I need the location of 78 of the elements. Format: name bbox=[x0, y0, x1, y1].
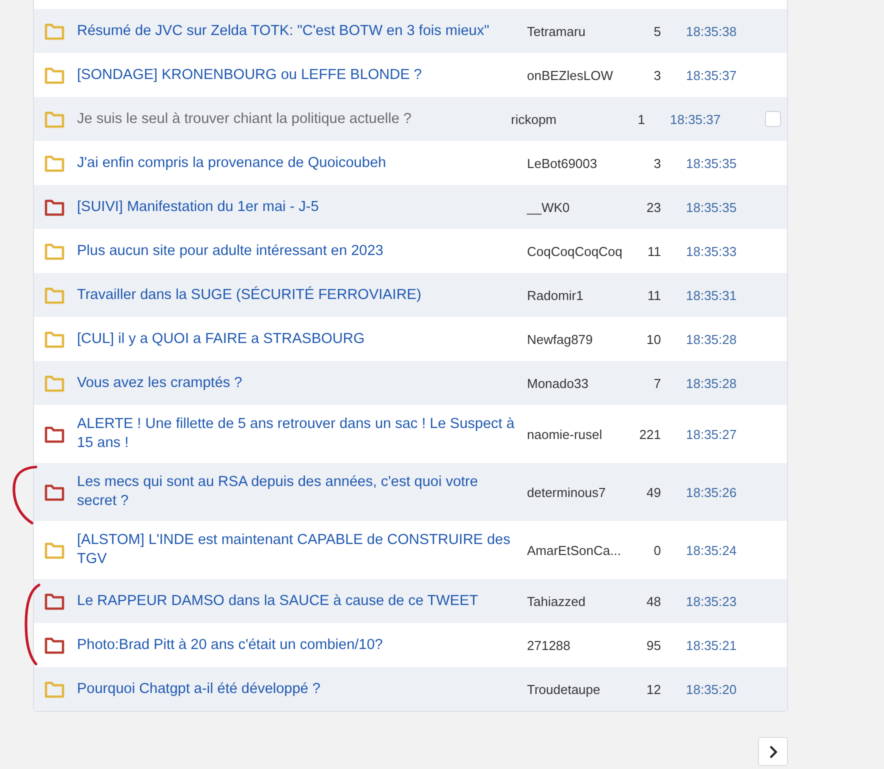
topic-row[interactable]: Le RAPPEUR DAMSO dans la SAUCE à cause de ce TWEET Tahiazzed 48 18:35:23 bbox=[34, 579, 787, 623]
reply-count: 12 bbox=[646, 682, 661, 696]
topic-row[interactable]: [SUIVI] Manifestation du 1er mai - J-5 __WK0 23 18:35:35 bbox=[34, 185, 787, 229]
topic-row[interactable]: Résumé de JVC sur Zelda TOTK: "C'est BOTW en 3 fois mieux" Tetramaru 5 18:35:38 bbox=[34, 9, 787, 53]
reply-count: 221 bbox=[638, 426, 661, 442]
author-name[interactable]: Newfag879 bbox=[527, 332, 637, 346]
topic-row[interactable]: J'ai enfin compris la provenance de Quoicoubeh LeBot69003 3 18:35:35 bbox=[34, 141, 787, 185]
author-name[interactable]: Monado33 bbox=[527, 376, 637, 390]
author-name[interactable]: LeBot69003 bbox=[527, 156, 637, 170]
chevron-right-icon bbox=[768, 744, 778, 758]
author-name[interactable]: naomie-rusel bbox=[527, 426, 637, 442]
topic-row[interactable]: [SONDAGE] KRONENBOURG ou LEFFE BLONDE ? onBEZlesLOW 3 18:35:37 bbox=[34, 53, 787, 97]
topic-title-link[interactable]: ALERTE ! Une fillette de 5 ans retrouver dans un sac ! Le Suspect à 15 ans ! bbox=[77, 415, 527, 453]
topic-title-link[interactable]: Le RAPPEUR DAMSO dans la SAUCE à cause de ce TWEET bbox=[77, 592, 527, 610]
reply-count: 49 bbox=[646, 484, 661, 500]
topic-row[interactable]: Vous avez les cramptés ? Monado33 7 18:35:28 bbox=[34, 361, 787, 405]
reply-count: 3 bbox=[652, 68, 661, 82]
last-message-time[interactable]: 18:35:33 bbox=[661, 244, 750, 258]
last-message-time[interactable]: 18:35:31 bbox=[661, 288, 750, 302]
last-message-time[interactable]: 18:35:24 bbox=[661, 542, 750, 558]
reply-count: 48 bbox=[646, 594, 661, 608]
topic-title-link[interactable]: J'ai enfin compris la provenance de Quoicoubeh bbox=[77, 154, 527, 172]
topic-row[interactable]: Plus aucun site pour adulte intéressant en 2023 CoqCoqCoqCoq 11 18:35:33 bbox=[34, 229, 787, 273]
last-message-time[interactable]: 18:35:26 bbox=[661, 484, 750, 500]
author-name[interactable]: Radomir1 bbox=[527, 288, 637, 302]
topic-title-link[interactable]: Résumé de JVC sur Zelda TOTK: "C'est BOTW en 3 fois mieux" bbox=[77, 22, 527, 40]
author-name[interactable]: AmarEtSonCa... bbox=[527, 542, 637, 558]
last-message-time[interactable]: 18:35:37 bbox=[645, 112, 734, 126]
author-name[interactable]: Tahiazzed bbox=[527, 594, 637, 608]
topic-row[interactable]: Photo:Brad Pitt à 20 ans c'était un combien/10? 271288 95 18:35:21 bbox=[34, 623, 787, 667]
topic-title-link[interactable]: [SUIVI] Manifestation du 1er mai - J-5 bbox=[77, 198, 527, 216]
reply-count: 10 bbox=[646, 332, 661, 346]
reply-count: 1 bbox=[636, 112, 645, 126]
reply-count: 0 bbox=[652, 542, 661, 558]
topic-title-link[interactable]: Vous avez les cramptés ? bbox=[77, 374, 527, 392]
last-message-time[interactable]: 18:35:35 bbox=[661, 200, 750, 214]
reply-count: 23 bbox=[646, 200, 661, 214]
topic-title-link[interactable]: [SONDAGE] KRONENBOURG ou LEFFE BLONDE ? bbox=[77, 66, 527, 84]
author-name[interactable]: determinous7 bbox=[527, 484, 637, 500]
author-name[interactable]: onBEZlesLOW bbox=[527, 68, 637, 82]
topic-row[interactable]: Pourquoi Chatgpt a-il été développé ? Troudetaupe 12 18:35:20 bbox=[34, 667, 787, 711]
last-message-time[interactable]: 18:35:38 bbox=[661, 24, 750, 38]
author-name[interactable]: Troudetaupe bbox=[527, 682, 637, 696]
author-name[interactable]: 271288 bbox=[527, 638, 637, 652]
topic-title-link[interactable]: Je suis le seul à trouver chiant la politique actuelle ? bbox=[77, 110, 511, 128]
last-message-time[interactable]: 18:35:21 bbox=[661, 638, 750, 652]
topic-title-link[interactable]: Pourquoi Chatgpt a-il été développé ? bbox=[77, 680, 527, 698]
topic-row[interactable]: Travailler dans la SUGE (SÉCURITÉ FERROVIAIRE) Radomir1 11 18:35:31 bbox=[34, 273, 787, 317]
last-message-time[interactable]: 18:35:23 bbox=[661, 594, 750, 608]
topic-title-link[interactable]: Travailler dans la SUGE (SÉCURITÉ FERROVIAIRE) bbox=[77, 286, 527, 304]
author-name[interactable]: Tetramaru bbox=[527, 24, 637, 38]
reply-count: 11 bbox=[646, 244, 661, 258]
reply-count: 5 bbox=[652, 24, 661, 38]
last-message-time[interactable]: 18:35:20 bbox=[661, 682, 750, 696]
topic-row[interactable]: Je suis le seul à trouver chiant la politique actuelle ? rickopm 1 18:35:37 bbox=[34, 97, 787, 141]
topic-row[interactable]: ALERTE ! Une fillette de 5 ans retrouver dans un sac ! Le Suspect à 15 ans ! naomie-rusel 221 18:35:27 bbox=[34, 405, 787, 463]
reply-count: 95 bbox=[646, 638, 661, 652]
select-checkbox[interactable] bbox=[765, 111, 781, 127]
topic-row[interactable]: [CUL] il y a QUOI a FAIRE a STRASBOURG Newfag879 10 18:35:28 bbox=[34, 317, 787, 361]
author-name[interactable]: rickopm bbox=[511, 112, 621, 126]
author-name[interactable]: CoqCoqCoqCoq bbox=[527, 244, 637, 258]
topic-row[interactable]: [ALSTOM] L'INDE est maintenant CAPABLE de CONSTRUIRE des TGV AmarEtSonCa... 0 18:35:24 bbox=[34, 521, 787, 579]
topic-row[interactable]: Les mecs qui sont au RSA depuis des années, c'est quoi votre secret ? determinous7 49 18:35:26 bbox=[34, 463, 787, 521]
reply-count: 11 bbox=[646, 288, 661, 302]
topic-title-link[interactable]: Les mecs qui sont au RSA depuis des années, c'est quoi votre secret ? bbox=[77, 473, 527, 511]
reply-count: 3 bbox=[652, 156, 661, 170]
last-message-time[interactable]: 18:35:28 bbox=[661, 332, 750, 346]
last-message-time[interactable]: 18:35:28 bbox=[661, 376, 750, 390]
next-page-button[interactable] bbox=[758, 737, 788, 766]
topic-title-link[interactable]: [CUL] il y a QUOI a FAIRE a STRASBOURG bbox=[77, 330, 527, 348]
topic-title-link[interactable]: Plus aucun site pour adulte intéressant en 2023 bbox=[77, 242, 527, 260]
last-message-time[interactable]: 18:35:37 bbox=[661, 68, 750, 82]
topic-title-link[interactable]: Photo:Brad Pitt à 20 ans c'était un combien/10? bbox=[77, 636, 527, 654]
topic-title-link[interactable]: [ALSTOM] L'INDE est maintenant CAPABLE de CONSTRUIRE des TGV bbox=[77, 531, 527, 569]
last-message-time[interactable]: 18:35:35 bbox=[661, 156, 750, 170]
author-name[interactable]: __WK0 bbox=[527, 200, 637, 214]
reply-count: 7 bbox=[652, 376, 661, 390]
last-message-time[interactable]: 18:35:27 bbox=[661, 426, 750, 442]
